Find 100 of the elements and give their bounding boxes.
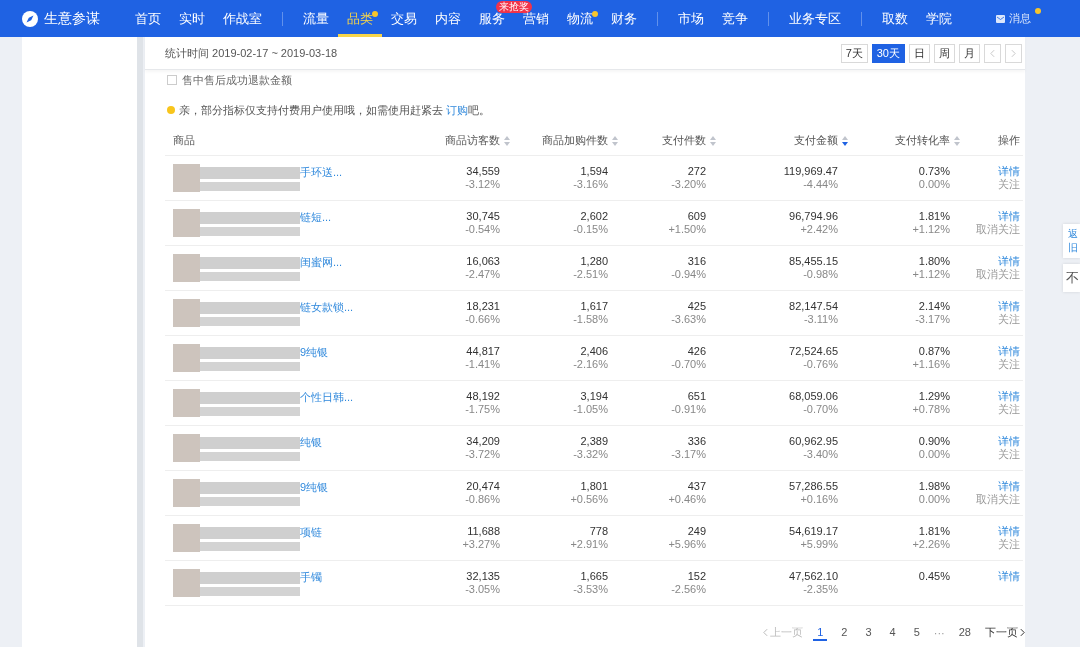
metric-value: 0.73%: [918, 165, 950, 178]
details-link[interactable]: 详情: [998, 525, 1020, 538]
product-title-link[interactable]: 手环送...: [300, 165, 343, 180]
details-link[interactable]: 详情: [998, 300, 1020, 313]
metric-change: +5.99%: [800, 538, 838, 551]
metric-change: +2.42%: [800, 223, 838, 236]
metric-value: 0.45%: [918, 570, 950, 583]
nav-tab[interactable]: 物流: [558, 0, 602, 37]
photo-placeholder: [173, 569, 200, 597]
column-header: 支付件数: [662, 133, 706, 148]
metric-value: 20,474: [466, 480, 500, 493]
page-button[interactable]: 5: [909, 624, 924, 641]
follow-link[interactable]: 取消关注: [976, 493, 1020, 506]
nav-tab[interactable]: 竞争: [713, 0, 757, 37]
order-link[interactable]: 订购: [446, 103, 469, 116]
product-title-link[interactable]: 项链: [300, 525, 322, 540]
photo-placeholder: [173, 254, 200, 282]
page-button[interactable]: 3: [861, 624, 876, 641]
product-title-link[interactable]: 个性日韩...: [300, 390, 354, 405]
product-title-link[interactable]: 链女款锁...: [300, 300, 354, 315]
nav-tab[interactable]: 内容: [426, 0, 470, 37]
metric-value: 2,389: [580, 435, 608, 448]
messages-button[interactable]: 消息: [996, 7, 1040, 30]
metric-value: 1,801: [580, 480, 608, 493]
column-header: 支付金额: [794, 133, 838, 148]
sort-icon[interactable]: [842, 135, 848, 146]
nav-tab[interactable]: 财务: [602, 0, 646, 37]
metric-change: +1.50%: [668, 223, 706, 236]
details-link[interactable]: 详情: [998, 345, 1020, 358]
metric-value: 72,524.65: [789, 345, 838, 358]
photo-placeholder: [173, 479, 200, 507]
page-button[interactable]: 2: [837, 624, 852, 641]
nav-tab[interactable]: 取数: [873, 0, 917, 37]
follow-link[interactable]: 关注: [998, 313, 1020, 326]
follow-link[interactable]: 关注: [998, 178, 1020, 191]
column-header: 商品加购件数: [542, 133, 608, 148]
details-link[interactable]: 详情: [998, 570, 1020, 583]
nav-tab[interactable]: 学院: [917, 0, 961, 37]
product-title-link[interactable]: 链短...: [300, 210, 332, 225]
period-button[interactable]: 30天: [871, 43, 905, 63]
product-title-link[interactable]: 纯银: [300, 435, 322, 450]
follow-link[interactable]: 关注: [998, 358, 1020, 371]
metric-value: 48,192: [466, 390, 500, 403]
metric-change: -0.54%: [465, 223, 500, 236]
details-link[interactable]: 详情: [998, 435, 1020, 448]
next-page-button[interactable]: 下一页: [985, 625, 1025, 640]
metric-value: 32,135: [466, 570, 500, 583]
period-button[interactable]: 日: [909, 43, 930, 63]
follow-link[interactable]: 关注: [998, 448, 1020, 461]
metric-value: 316: [687, 255, 706, 268]
period-button[interactable]: 周: [934, 43, 955, 63]
checkbox[interactable]: [167, 75, 177, 85]
metric-change: -1.05%: [573, 403, 608, 416]
metric-change: +0.46%: [668, 493, 706, 506]
metric-change: -3.53%: [573, 583, 608, 596]
product-title-link[interactable]: 闺蜜网...: [300, 255, 343, 270]
metric-value: 18,231: [466, 300, 500, 313]
page-button[interactable]: 4: [885, 624, 900, 641]
metric-value: 60,962.95: [789, 435, 838, 448]
follow-link[interactable]: 取消关注: [976, 268, 1020, 281]
nav-tab[interactable]: 交易: [382, 0, 426, 37]
page-button[interactable]: 28: [954, 624, 975, 641]
metric-change: -2.47%: [465, 268, 500, 281]
product-title-link[interactable]: 9纯银: [300, 345, 329, 360]
details-link[interactable]: 详情: [998, 165, 1020, 178]
side-button[interactable]: 不: [1063, 264, 1080, 292]
metric-change: +1.12%: [912, 223, 950, 236]
nav-tab[interactable]: 首页: [126, 0, 170, 37]
product-title-link[interactable]: 手镯: [300, 570, 322, 585]
metric-change: +5.96%: [668, 538, 706, 551]
details-link[interactable]: 详情: [998, 480, 1020, 493]
nav-tab[interactable]: 业务专区: [780, 0, 850, 37]
metric-value: 2.14%: [918, 300, 950, 313]
nav-tab[interactable]: 作战室: [214, 0, 271, 37]
nav-tab[interactable]: 实时: [170, 0, 214, 37]
nav-tab[interactable]: 市场: [669, 0, 713, 37]
metric-value: 68,059.06: [789, 390, 838, 403]
details-link[interactable]: 详情: [998, 210, 1020, 223]
metric-change: 0.00%: [918, 448, 950, 461]
metric-change: +1.16%: [912, 358, 950, 371]
follow-link[interactable]: 关注: [998, 403, 1020, 416]
page-button[interactable]: 1: [813, 624, 828, 641]
follow-link[interactable]: 取消关注: [976, 223, 1020, 236]
period-button[interactable]: 月: [959, 43, 980, 63]
metric-value: 1,665: [580, 570, 608, 583]
metric-change: +2.26%: [912, 538, 950, 551]
metric-value: 1.81%: [918, 210, 950, 223]
metric-value: 1.81%: [918, 525, 950, 538]
metric-change: -0.91%: [671, 403, 706, 416]
metric-value: 16,063: [466, 255, 500, 268]
product-title-link[interactable]: 9纯银: [300, 480, 329, 495]
metric-change: -3.17%: [915, 313, 950, 326]
side-button[interactable]: 返 旧: [1063, 224, 1080, 258]
follow-link[interactable]: 关注: [998, 538, 1020, 551]
details-link[interactable]: 详情: [998, 255, 1020, 268]
chevron-left-icon: [763, 628, 769, 637]
nav-tab[interactable]: 流量: [294, 0, 338, 37]
metric-value: 44,817: [466, 345, 500, 358]
details-link[interactable]: 详情: [998, 390, 1020, 403]
period-button[interactable]: 7天: [840, 43, 868, 63]
